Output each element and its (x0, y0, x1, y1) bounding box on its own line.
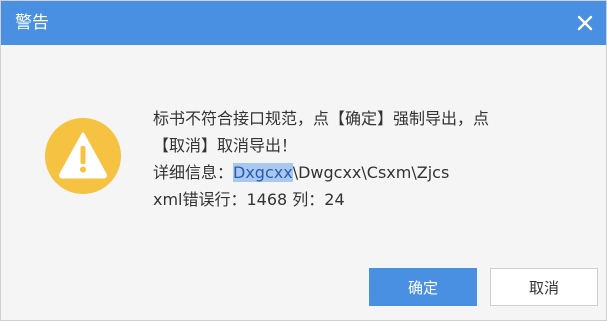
message-line-1: 标书不符合接口规范，点【确定】强制导出，点 (153, 109, 490, 128)
warning-icon (45, 118, 121, 194)
path-selected-text[interactable]: Dxgcxx (233, 163, 293, 182)
warning-dialog: 警告 标书不符合接口规范，点【确定】强制导出，点 【取消】取消导出！ 详细信息：… (0, 0, 607, 321)
path-text[interactable]: \Dwgcxx\Csxm\Zjcs (293, 163, 450, 182)
close-icon[interactable] (574, 12, 596, 34)
dialog-title: 警告 (15, 13, 49, 33)
dialog-titlebar: 警告 (1, 1, 606, 45)
dialog-message: 标书不符合接口规范，点【确定】强制导出，点 【取消】取消导出！ 详细信息：Dxg… (153, 105, 573, 213)
ok-button[interactable]: 确定 (369, 268, 477, 306)
message-detail-line: 详细信息：Dxgcxx\Dwgcxx\Csxm\Zjcs (153, 159, 573, 186)
cancel-button[interactable]: 取消 (490, 268, 598, 306)
detail-label: 详细信息： (153, 163, 234, 182)
message-line-2: 【取消】取消导出！ (153, 136, 298, 155)
message-error-position: xml错误行：1468 列：24 (153, 190, 345, 209)
